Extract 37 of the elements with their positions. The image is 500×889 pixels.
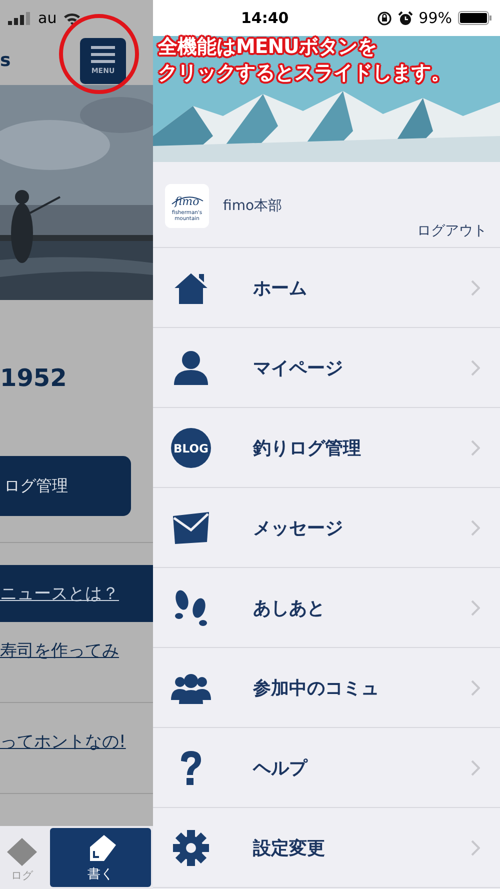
menu-item[interactable]: ヘルプ (153, 728, 500, 808)
logout-link[interactable]: ログアウト (417, 222, 487, 240)
battery-percent: 99% (418, 9, 452, 27)
alarm-icon (398, 10, 413, 26)
menu-item[interactable]: マイページ (153, 328, 500, 408)
chevron-icon (471, 600, 480, 616)
chevron-icon (471, 360, 480, 376)
carrier-name: au (38, 9, 57, 27)
blog-icon: BLOG (171, 428, 211, 468)
page-title: s (0, 50, 11, 71)
tab-button[interactable]: 書く (50, 828, 151, 887)
menu-item[interactable]: あしあと (153, 568, 500, 648)
battery-icon (458, 11, 492, 25)
chevron-icon (471, 680, 480, 696)
menu-item[interactable]: 参加中のコミュ (153, 648, 500, 728)
menu-item[interactable]: BLOG 釣りログ管理 (153, 408, 500, 488)
menu-item[interactable]: ホーム (153, 248, 500, 328)
number-heading: 1952 (0, 364, 68, 394)
user-name: fimo本部 (223, 197, 282, 215)
chevron-icon (471, 280, 480, 296)
clock-time: 14:40 (240, 9, 290, 27)
article-link[interactable]: 寿司を作ってみ (0, 622, 153, 678)
menu-item[interactable]: メッセージ (153, 488, 500, 568)
chevron-icon (471, 440, 480, 456)
menu-item[interactable]: 設定変更 (153, 808, 500, 888)
chevron-icon (471, 520, 480, 536)
article-link[interactable]: ニュースとは？ (0, 565, 153, 622)
log-button[interactable]: ログ管理 (0, 456, 131, 516)
article-link[interactable]: ってホントなの! (0, 713, 153, 769)
chevron-icon (471, 840, 480, 856)
rotation-lock-icon (376, 10, 392, 26)
chevron-icon (471, 760, 480, 776)
wifi-icon (62, 12, 81, 24)
signal-icon (8, 12, 32, 24)
settings-icon (171, 828, 211, 868)
diamond-icon (5, 836, 39, 866)
menu-icon (91, 46, 115, 64)
